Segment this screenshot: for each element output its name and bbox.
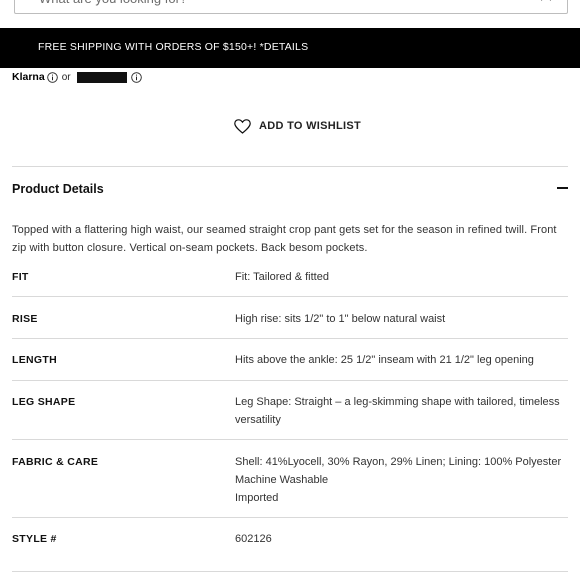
divider xyxy=(12,439,568,440)
product-details-title: Product Details xyxy=(12,182,104,196)
divider xyxy=(12,571,568,572)
spec-value: Leg Shape: Straight – a leg-skimming sha… xyxy=(235,393,568,429)
close-icon[interactable] xyxy=(539,0,553,2)
spec-label: LENGTH xyxy=(12,354,57,366)
spec-value-line: Leg Shape: Straight – a leg-skimming sha… xyxy=(235,396,560,426)
spec-value-line: 602126 xyxy=(235,533,272,545)
spec-label: FIT xyxy=(12,271,29,283)
wishlist-label: ADD TO WISHLIST xyxy=(259,120,362,132)
spec-value: High rise: sits 1/2" to 1" below natural… xyxy=(235,310,568,328)
spec-value: Shell: 41%Lyocell, 30% Rayon, 29% Linen;… xyxy=(235,453,568,507)
add-to-wishlist-button[interactable]: ADD TO WISHLIST xyxy=(234,116,361,136)
promo-banner: FREE SHIPPING WITH ORDERS OF $150+! *DET… xyxy=(0,28,580,68)
divider xyxy=(12,380,568,381)
product-details-toggle[interactable]: Product Details xyxy=(12,166,568,211)
spec-label: LEG SHAPE xyxy=(12,396,76,408)
spec-label: STYLE # xyxy=(12,533,57,545)
divider xyxy=(12,338,568,339)
divider xyxy=(12,296,568,297)
minus-icon xyxy=(557,187,568,189)
spec-value-line: Shell: 41%Lyocell, 30% Rayon, 29% Linen;… xyxy=(235,456,562,468)
heart-icon xyxy=(234,118,251,134)
info-icon[interactable] xyxy=(130,71,142,83)
or-separator: or xyxy=(61,71,71,83)
spec-label: RISE xyxy=(12,313,38,325)
redacted-payment-logo xyxy=(76,71,127,83)
spec-value-line: Imported xyxy=(235,492,279,504)
klarna-logo: Klarna xyxy=(12,71,45,83)
spec-value: Fit: Tailored & fitted xyxy=(235,268,568,286)
spec-value-line: Hits above the ankle: 25 1/2" inseam wit… xyxy=(235,354,534,366)
spec-value-line: High rise: sits 1/2" to 1" below natural… xyxy=(235,313,446,325)
spec-value: 602126 xyxy=(235,530,568,548)
info-icon[interactable] xyxy=(46,71,58,83)
spec-value-line: Fit: Tailored & fitted xyxy=(235,271,329,283)
product-description: Topped with a flattering high waist, our… xyxy=(12,224,557,254)
search-bar[interactable] xyxy=(14,0,568,14)
promo-details-link[interactable]: FREE SHIPPING WITH ORDERS OF $150+! *DET… xyxy=(38,41,308,53)
spec-value-line: Machine Washable xyxy=(235,474,329,486)
search-input[interactable] xyxy=(39,0,509,9)
spec-value: Hits above the ankle: 25 1/2" inseam wit… xyxy=(235,351,568,369)
divider xyxy=(12,517,568,518)
payment-options: Klarna or xyxy=(12,68,142,86)
spec-label: FABRIC & CARE xyxy=(12,456,99,468)
